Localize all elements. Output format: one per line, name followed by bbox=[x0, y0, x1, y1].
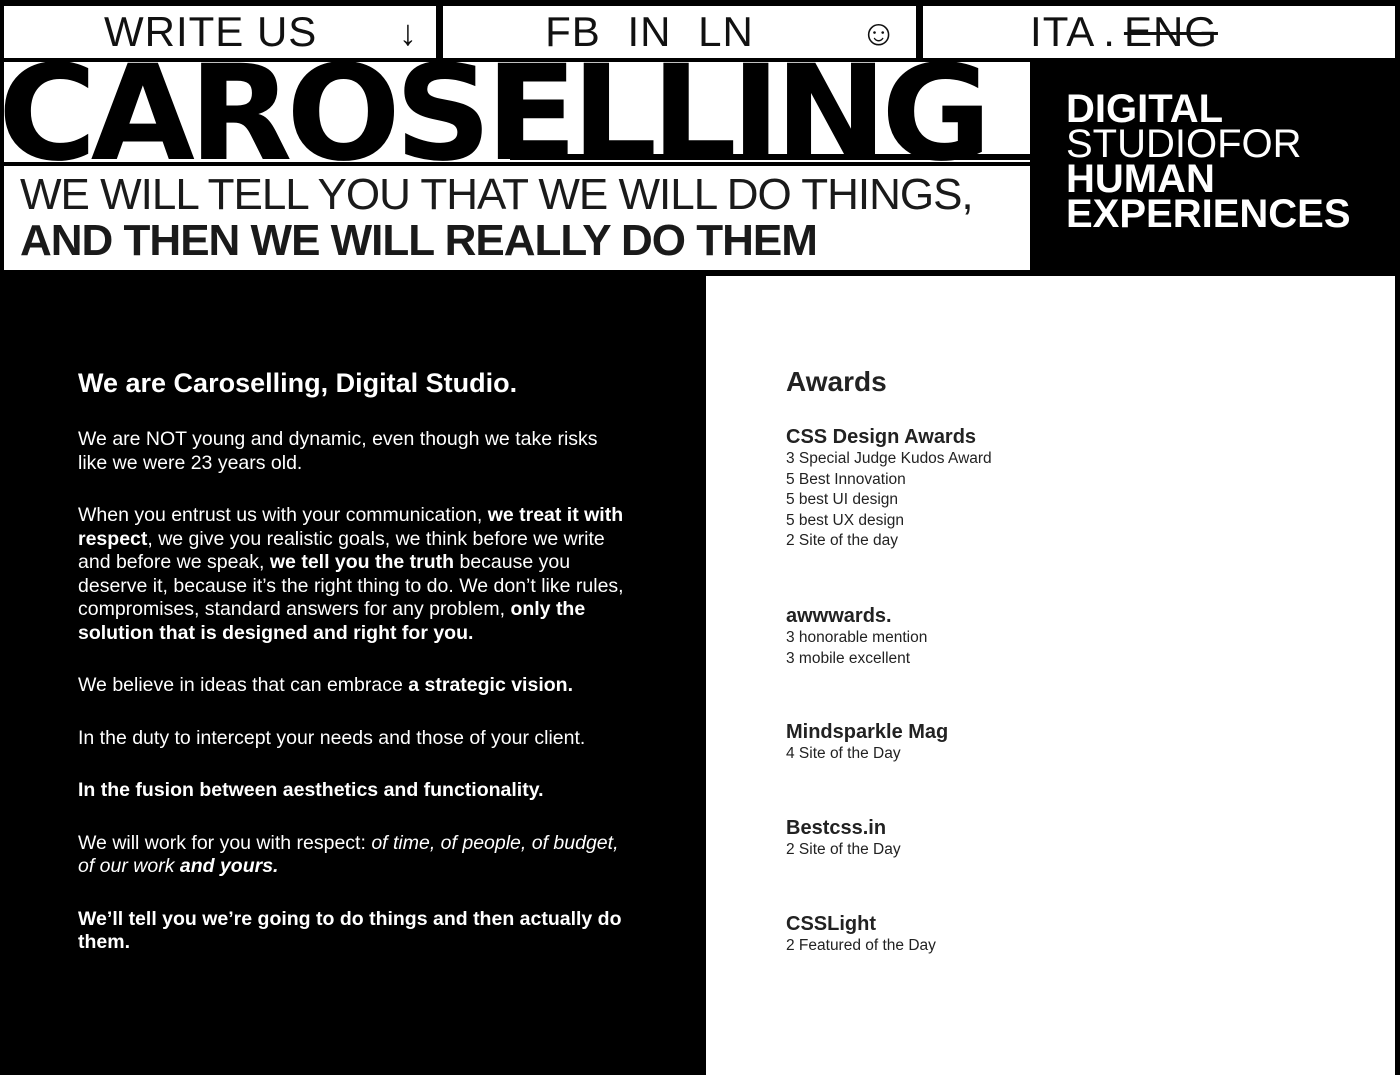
award-name: awwwards. bbox=[786, 605, 892, 627]
award-item: 3 Special Judge Kudos Award bbox=[786, 450, 992, 467]
about-paragraph-7: We’ll tell you we’re going to do things … bbox=[78, 907, 622, 954]
lang-separator: . bbox=[1103, 8, 1116, 55]
write-us-link[interactable]: WRITE US ↓ bbox=[4, 6, 436, 58]
smiley-icon: ☺ bbox=[860, 12, 898, 53]
award-group: CSSLight 2 Featured of the Day bbox=[786, 912, 936, 957]
tagline-line-2: AND THEN WE WILL REALLY DO THEM bbox=[20, 216, 818, 265]
about-paragraph-3: We believe in ideas that can embrace a s… bbox=[78, 674, 573, 696]
award-item: 5 best UI design bbox=[786, 491, 899, 508]
logo[interactable]: CAROSELLING bbox=[4, 62, 992, 162]
tagline-line-1: WE WILL TELL YOU THAT WE WILL DO THINGS, bbox=[20, 170, 974, 219]
about-paragraph-5: In the fusion between aesthetics and fun… bbox=[78, 779, 544, 801]
lang-ita-link[interactable]: ITA bbox=[1030, 8, 1095, 56]
award-name: Mindsparkle Mag bbox=[786, 721, 949, 743]
logo-band: CAROSELLING bbox=[4, 62, 1030, 162]
award-item: 5 best UX design bbox=[786, 511, 905, 529]
award-name: Bestcss.in bbox=[786, 817, 887, 839]
about-section: We are Caroselling, Digital Studio. We a… bbox=[78, 366, 628, 984]
logo-divider bbox=[510, 154, 1030, 160]
lang-eng-link[interactable]: ENG bbox=[1124, 8, 1218, 56]
award-item: 4 Site of the Day bbox=[786, 745, 901, 762]
about-paragraph-4: In the duty to intercept your needs and … bbox=[78, 726, 586, 749]
award-item: 3 mobile excellent bbox=[786, 649, 911, 667]
award-item: 2 Site of the Day bbox=[786, 841, 901, 858]
award-group: awwwards. 3 honorable mention 3 mobile e… bbox=[786, 604, 927, 669]
social-links[interactable]: FB IN LN ☺ bbox=[443, 6, 916, 58]
award-name: CSSLight bbox=[786, 913, 876, 935]
about-paragraph-2: When you entrust us with your communicat… bbox=[78, 504, 624, 644]
awards-title: Awards bbox=[786, 366, 887, 397]
social-links-label[interactable]: FB IN LN bbox=[545, 8, 754, 56]
language-switcher[interactable]: ITA . ENG bbox=[923, 6, 1395, 58]
award-item: 5 Best Innovation bbox=[786, 470, 906, 488]
award-group: CSS Design Awards 3 Special Judge Kudos … bbox=[786, 425, 992, 552]
tagline: WE WILL TELL YOU THAT WE WILL DO THINGS,… bbox=[4, 166, 1030, 270]
award-name: CSS Design Awards bbox=[786, 426, 977, 448]
award-item: 2 Featured of the Day bbox=[786, 937, 936, 954]
arrow-down-icon: ↓ bbox=[399, 12, 418, 53]
award-group: Bestcss.in 2 Site of the Day bbox=[786, 816, 901, 861]
studio-descriptor: DIGITAL STUDIOFOR HUMAN EXPERIENCES bbox=[1066, 89, 1351, 236]
studio-line-4: EXPERIENCES bbox=[1066, 192, 1351, 236]
award-item: 2 Site of the day bbox=[786, 532, 899, 549]
award-group: Mindsparkle Mag 4 Site of the Day bbox=[786, 720, 948, 765]
award-item: 3 honorable mention bbox=[786, 629, 928, 646]
about-paragraph-1: We are NOT young and dynamic, even thoug… bbox=[78, 428, 598, 474]
about-paragraph-6: We will work for you with respect: of ti… bbox=[78, 831, 619, 878]
write-us-label: WRITE US bbox=[104, 8, 318, 55]
about-title: We are Caroselling, Digital Studio. bbox=[78, 368, 518, 398]
